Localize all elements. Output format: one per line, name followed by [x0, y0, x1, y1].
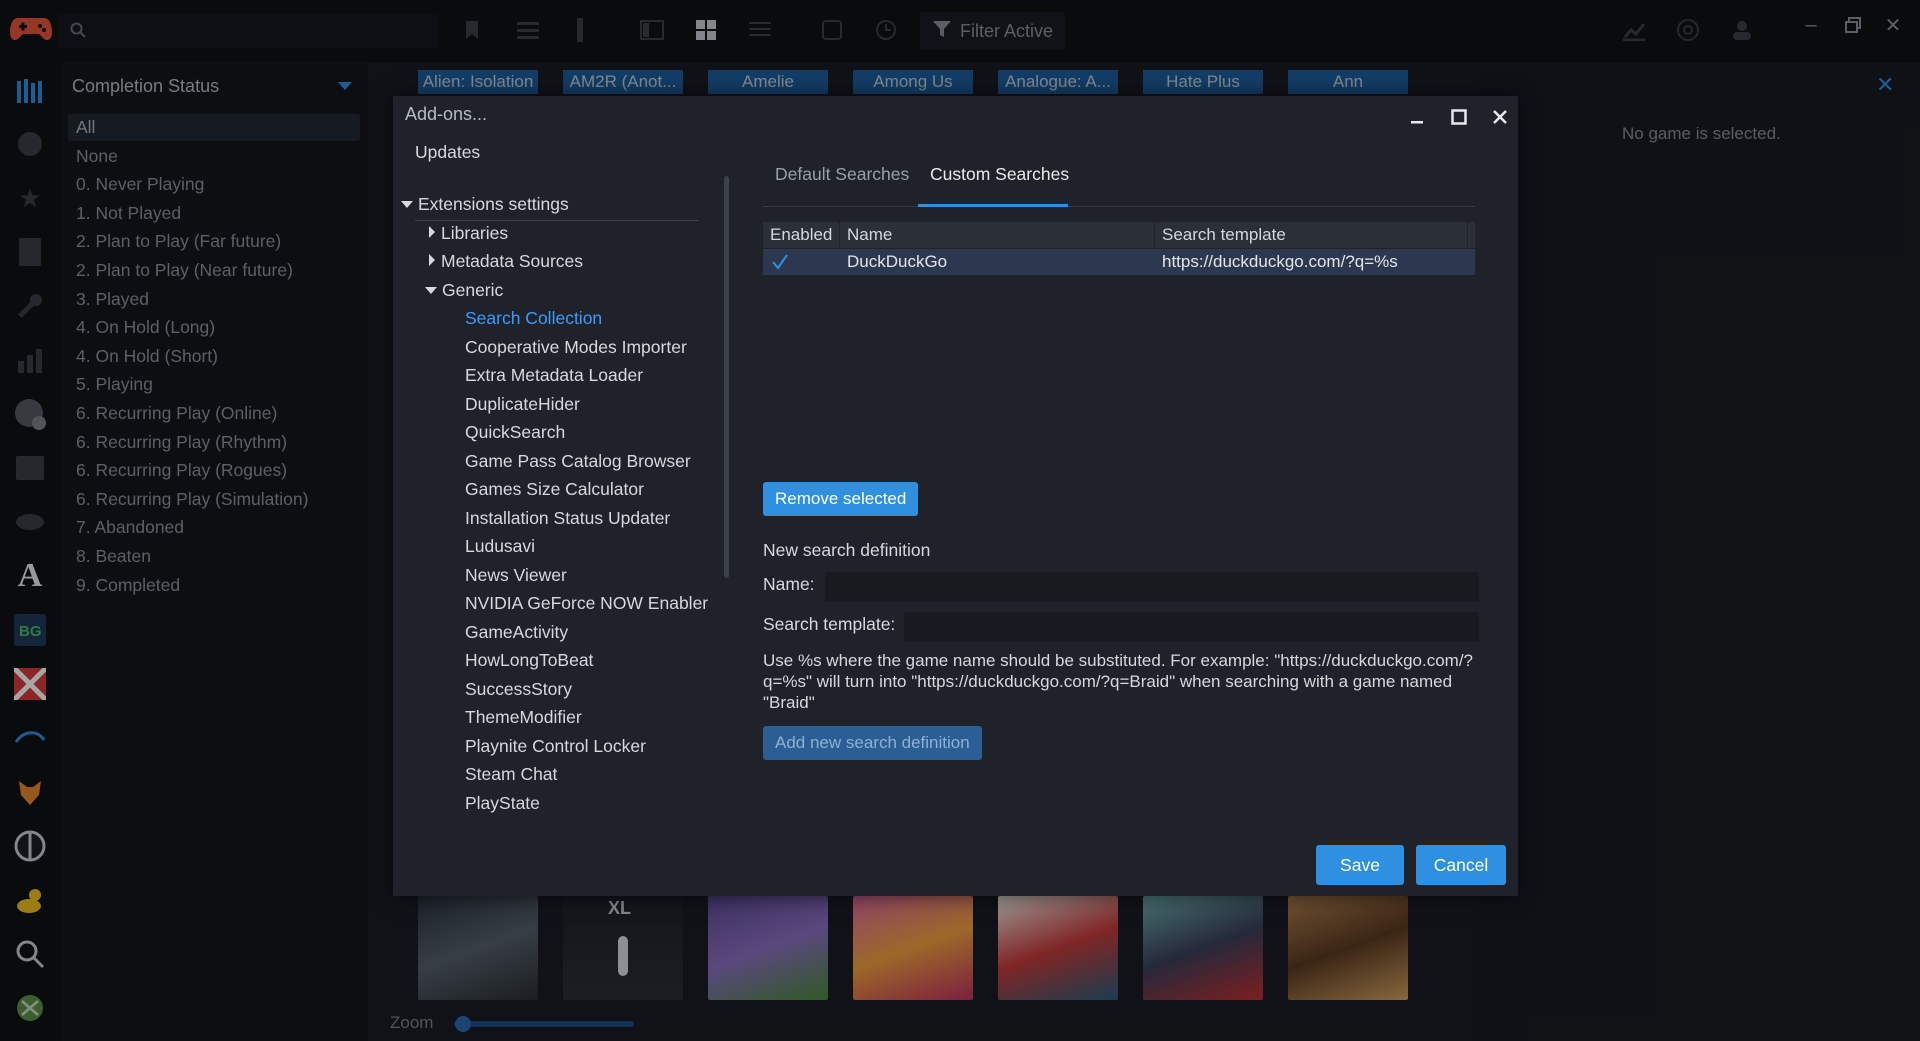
tree-item-label: Metadata Sources [441, 251, 584, 271]
tree-item-generic-addon[interactable]: GameActivity [465, 622, 568, 643]
tree-item-generic-addon[interactable]: PlayState [465, 793, 540, 814]
search-template-label: Search template: [763, 614, 896, 634]
tree-item-extensions-settings[interactable]: Extensions settings [401, 194, 569, 215]
expand-down-icon[interactable] [401, 201, 413, 208]
column-header-search-template[interactable]: Search template [1155, 222, 1467, 248]
tree-item-generic-addon[interactable]: Ludusavi [465, 536, 535, 557]
tree-item-updates[interactable]: Updates [415, 142, 480, 163]
name-label: Name: [763, 574, 815, 594]
new-search-definition-heading: New search definition [763, 540, 931, 560]
search-template-field[interactable] [904, 612, 1479, 642]
tree-item-libraries[interactable]: Libraries [429, 223, 508, 244]
column-header-filler [1468, 222, 1475, 248]
tree-item-generic-addon[interactable]: ThemeModifier [465, 707, 582, 728]
cancel-button[interactable]: Cancel [1416, 845, 1506, 885]
tree-item-generic-addon[interactable]: Installation Status Updater [465, 508, 670, 529]
tree-item-generic-addon[interactable]: QuickSearch [465, 422, 565, 443]
maximize-icon[interactable] [1444, 102, 1474, 132]
tree-scrollbar[interactable] [724, 176, 729, 578]
tree-item-generic-addon[interactable]: Cooperative Modes Importer [465, 337, 687, 358]
expand-down-icon[interactable] [425, 287, 437, 294]
tree-item-generic-addon[interactable]: DuplicateHider [465, 394, 580, 415]
tree-item-generic-addon[interactable]: Search Collection [465, 308, 602, 329]
save-button[interactable]: Save [1316, 845, 1404, 885]
tree-item-generic-addon[interactable]: Steam Chat [465, 764, 557, 785]
tree-item-generic-addon[interactable]: HowLongToBeat [465, 650, 593, 671]
addons-tree: Updates Extensions settings Libraries Me… [393, 134, 733, 864]
column-header-name[interactable]: Name [840, 222, 1154, 248]
tree-item-label: Generic [442, 280, 504, 300]
tab-divider [763, 206, 1475, 207]
tree-item-generic-addon[interactable]: Games Size Calculator [465, 479, 644, 500]
column-header-enabled[interactable]: Enabled [763, 222, 839, 248]
table-cell-name: DuckDuckGo [847, 252, 948, 271]
addons-dialog: Add-ons... Updates Extensions settings L… [393, 96, 1518, 896]
remove-selected-button[interactable]: Remove selected [763, 482, 919, 516]
table-row[interactable]: DuckDuckGo https://duckduckgo.com/?q=%s [763, 249, 1475, 275]
tab-default-searches[interactable]: Default Searches [775, 164, 909, 200]
table-cell-template: https://duckduckgo.com/?q=%s [1162, 252, 1398, 271]
expand-right-icon[interactable] [429, 226, 435, 238]
tree-item-generic[interactable]: Generic [425, 280, 503, 301]
checkmark-icon[interactable] [771, 249, 789, 275]
tree-item-label: Extensions settings [418, 194, 569, 214]
tree-item-label: Libraries [441, 223, 509, 243]
tab-custom-searches[interactable]: Custom Searches [930, 164, 1069, 200]
tab-active-indicator [918, 204, 1068, 207]
tree-item-generic-addon[interactable]: NVIDIA GeForce NOW Enabler [465, 593, 708, 614]
minimize-icon[interactable] [1403, 102, 1433, 132]
divider [415, 220, 699, 221]
add-new-search-definition-button[interactable]: Add new search definition [763, 726, 982, 760]
close-icon[interactable] [1485, 102, 1515, 132]
name-field[interactable] [825, 572, 1479, 602]
tree-item-generic-addon[interactable]: SuccessStory [465, 679, 572, 700]
tree-item-generic-addon[interactable]: Extra Metadata Loader [465, 365, 643, 386]
tree-item-generic-addon[interactable]: Game Pass Catalog Browser [465, 451, 691, 472]
custom-searches-table: Enabled Name Search template DuckDuckGo … [763, 222, 1475, 378]
expand-right-icon[interactable] [429, 254, 435, 266]
tree-item-metadata-sources[interactable]: Metadata Sources [429, 251, 583, 272]
search-template-hint: Use %s where the game name should be sub… [763, 651, 1474, 712]
tree-item-generic-addon[interactable]: Playnite Control Locker [465, 736, 646, 757]
dialog-title: Add-ons... [405, 104, 488, 124]
tree-item-generic-addon[interactable]: News Viewer [465, 565, 567, 586]
